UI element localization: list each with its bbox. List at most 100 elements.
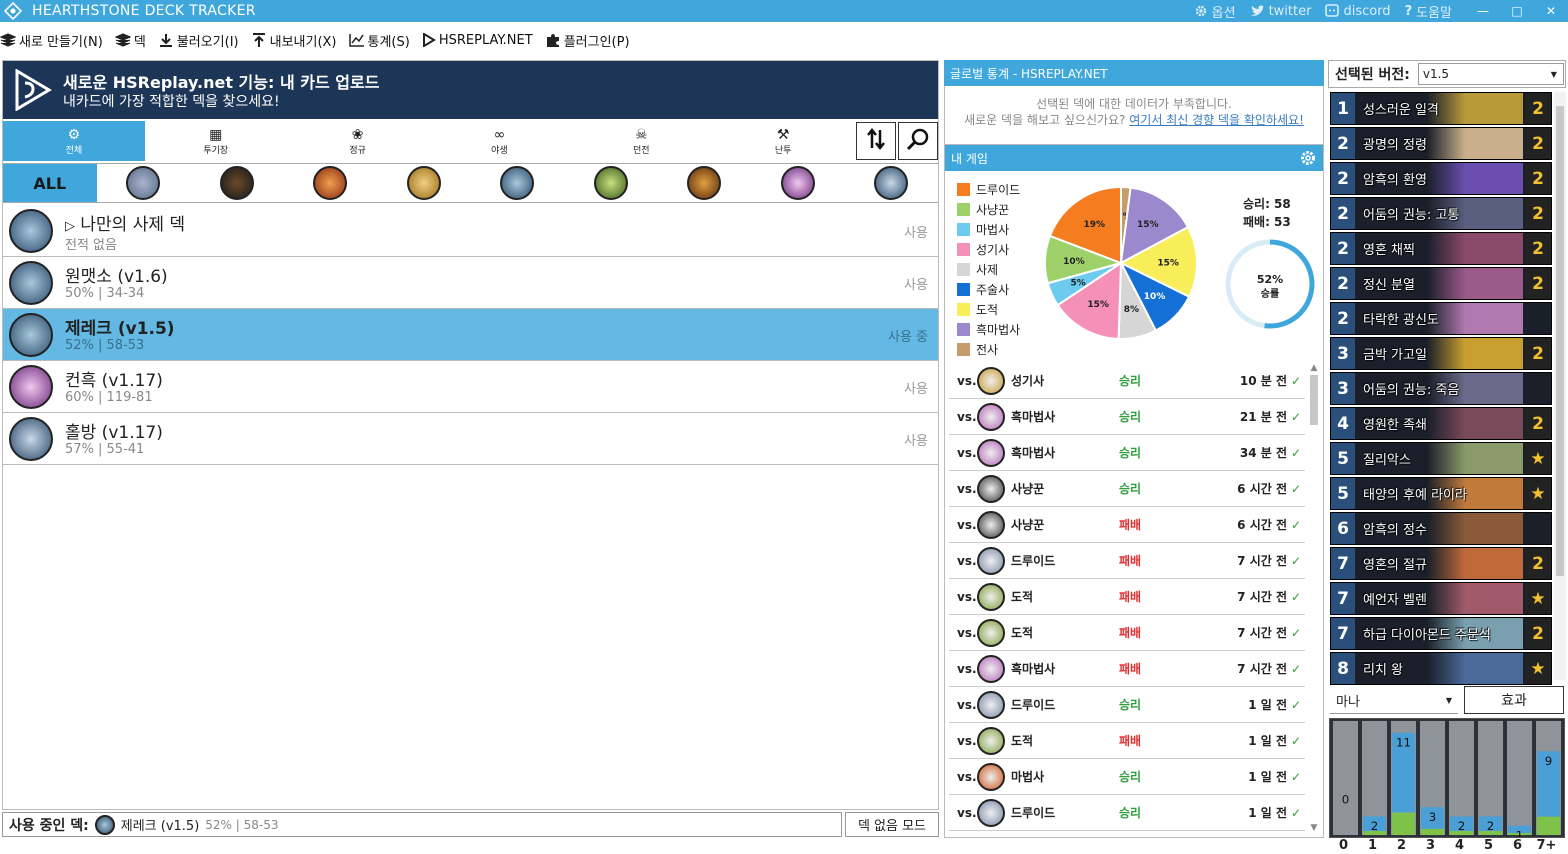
- card-row[interactable]: 7 영혼의 절규 2: [1330, 547, 1552, 580]
- use-deck-button[interactable]: 사용: [904, 274, 928, 293]
- use-deck-button[interactable]: 사용: [904, 430, 928, 449]
- hsreplay-banner[interactable]: 새로운 HSReplay.net 기능: 내 카드 업로드 내카드에 가장 적합…: [3, 61, 938, 119]
- class-filter-warlock[interactable]: [751, 166, 845, 200]
- card-row[interactable]: 2 암흑의 환영 2: [1330, 162, 1552, 195]
- card-row[interactable]: 5 질리악스 ★: [1330, 442, 1552, 475]
- game-time: 7 시간 전: [1237, 554, 1287, 568]
- scroll-thumb[interactable]: [1310, 375, 1318, 425]
- game-list-scrollbar[interactable]: ▲ ▼: [1308, 363, 1320, 833]
- card-list-scrollbar[interactable]: [1554, 92, 1566, 680]
- card-name: 영원한 족쇄: [1363, 418, 1427, 433]
- class-filter-priest[interactable]: [471, 166, 565, 200]
- sort-button[interactable]: [856, 122, 897, 160]
- search-button[interactable]: [898, 122, 938, 160]
- card-row[interactable]: 4 영원한 족쇄 2: [1330, 407, 1552, 440]
- use-deck-button[interactable]: 사용: [904, 378, 928, 397]
- title-bar: HEARTHSTONE DECK TRACKER 옵션 twitter disc…: [0, 0, 1568, 22]
- deck-row[interactable]: ▷ 나만의 사제 덱 전적 없음 사용: [3, 205, 938, 257]
- card-row[interactable]: 5 태양의 후예 라이라 ★: [1330, 477, 1552, 510]
- class-filter-paladin[interactable]: [377, 166, 471, 200]
- scroll-down-icon[interactable]: ▼: [1308, 823, 1320, 833]
- gear-icon[interactable]: [1299, 149, 1317, 170]
- options-link[interactable]: 옵션: [1194, 2, 1236, 21]
- card-row[interactable]: 7 하급 다이아몬드 주문석 2: [1330, 617, 1552, 650]
- minimize-button[interactable]: —: [1466, 0, 1500, 22]
- version-label: 선택된 버전:: [1335, 67, 1410, 83]
- class-filter-rogue[interactable]: [564, 166, 658, 200]
- class-filter-shaman[interactable]: [658, 166, 752, 200]
- trending-decks-link[interactable]: 여기서 최신 경향 덱을 확인하세요!: [1129, 113, 1304, 127]
- game-row[interactable]: vs. 흑마법사 승리 34 분 전 ✓: [949, 435, 1305, 471]
- class-filter-warrior[interactable]: [845, 166, 939, 200]
- deck-row[interactable]: 홀방 (v1.17) 57% | 55-41 사용: [3, 413, 938, 465]
- game-row[interactable]: vs. 흑마법사 승리 21 분 전 ✓: [949, 399, 1305, 435]
- card-row[interactable]: 2 광명의 정령 2: [1330, 127, 1552, 160]
- game-row[interactable]: vs. 사냥꾼 승리 6 시간 전 ✓: [949, 471, 1305, 507]
- format-tab-standard[interactable]: ❀ 정규: [287, 121, 429, 161]
- game-row[interactable]: vs. 흑마법사 패배 7 시간 전 ✓: [949, 651, 1305, 687]
- card-cost: 2: [1331, 198, 1355, 229]
- deck-row-selected[interactable]: 제레크 (v1.5) 52% | 58-53 사용 중: [3, 309, 938, 361]
- use-deck-button[interactable]: 사용: [904, 222, 928, 241]
- menu-hsreplay[interactable]: HSREPLAY.NET: [422, 33, 533, 48]
- close-button[interactable]: ✕: [1534, 0, 1568, 22]
- vs-label: vs.: [957, 517, 977, 532]
- help-link[interactable]: ? 도움말: [1405, 2, 1452, 21]
- warlock-class-icon: [9, 365, 53, 409]
- opponent-class: 흑마법사: [1011, 410, 1056, 424]
- menu-import[interactable]: 불러오기(I): [158, 31, 239, 50]
- scroll-up-icon[interactable]: ▲: [1308, 363, 1320, 373]
- opponent-class-icon: [977, 799, 1005, 827]
- card-row[interactable]: 3 금박 가고일 2: [1330, 337, 1552, 370]
- opponent-class-icon: [977, 475, 1005, 503]
- class-filter-hunter[interactable]: [190, 166, 284, 200]
- my-games-panel: 내 게임 드루이드 사냥꾼 마법사 성기사 사제 주술사 도적 흑마법사 전사 2% 15% 15%…: [944, 144, 1324, 838]
- card-row[interactable]: 2 영혼 채찍 2: [1330, 232, 1552, 265]
- format-tab-arena[interactable]: ▦ 투기장: [145, 121, 287, 161]
- game-row[interactable]: vs. 도적 패배 7 시간 전 ✓: [949, 615, 1305, 651]
- game-row[interactable]: vs. 드루이드 패배 7 시간 전 ✓: [949, 543, 1305, 579]
- card-row[interactable]: 2 타락한 광신도: [1330, 302, 1552, 335]
- vs-label: vs.: [957, 553, 977, 568]
- format-tab-dungeon[interactable]: ☠ 던전: [570, 121, 712, 161]
- effects-button[interactable]: 효과: [1464, 686, 1564, 714]
- maximize-button[interactable]: □: [1500, 0, 1534, 22]
- game-row[interactable]: vs. 드루이드 승리 1 일 전 ✓: [949, 795, 1305, 831]
- menu-plugins[interactable]: 플러그인(P): [545, 31, 630, 50]
- mana-dropdown[interactable]: 마나 ▼: [1330, 688, 1458, 714]
- menu-new[interactable]: 새로 만들기(N): [0, 31, 103, 50]
- format-tab-all[interactable]: ⚙ 전체: [3, 121, 145, 161]
- menu-stats[interactable]: 통계(S): [348, 31, 410, 50]
- game-time: 21 분 전: [1239, 410, 1287, 424]
- game-row[interactable]: vs. 마법사 승리 1 일 전 ✓: [949, 759, 1305, 795]
- card-row[interactable]: 7 예언자 벨렌 ★: [1330, 582, 1552, 615]
- class-filter-mage[interactable]: [284, 166, 378, 200]
- format-tab-brawl[interactable]: ⚒ 난투: [712, 121, 854, 161]
- game-row[interactable]: vs. 성기사 승리 10 분 전 ✓: [949, 363, 1305, 399]
- game-row[interactable]: vs. 도적 패배 1 일 전 ✓: [949, 723, 1305, 759]
- card-row[interactable]: 2 정신 분열 2: [1330, 267, 1552, 300]
- card-row[interactable]: 8 리치 왕 ★: [1330, 652, 1552, 685]
- brawl-icon: ⚒: [776, 126, 790, 143]
- deck-row[interactable]: 컨흑 (v1.17) 60% | 119-81 사용: [3, 361, 938, 413]
- twitter-link[interactable]: twitter: [1250, 4, 1311, 19]
- discord-link[interactable]: discord: [1325, 4, 1391, 19]
- menu-deck[interactable]: 덱: [114, 31, 146, 50]
- version-dropdown[interactable]: v1.5 ▼: [1417, 63, 1564, 85]
- scroll-thumb[interactable]: [1556, 106, 1564, 576]
- card-row[interactable]: 3 어둠의 권능: 죽음: [1330, 372, 1552, 405]
- menu-export[interactable]: 내보내기(X): [251, 31, 337, 50]
- card-row[interactable]: 1 성스러운 일격 2: [1330, 92, 1552, 125]
- format-tab-wild[interactable]: ∞ 야생: [429, 121, 571, 161]
- game-row[interactable]: vs. 사냥꾼 패배 6 시간 전 ✓: [949, 507, 1305, 543]
- game-row[interactable]: vs. 도적 패배 7 시간 전 ✓: [949, 579, 1305, 615]
- deck-row[interactable]: 원맷소 (v1.6) 50% | 34-34 사용: [3, 257, 938, 309]
- no-deck-mode-button[interactable]: 덱 없음 모드: [845, 812, 939, 837]
- check-icon: ✓: [1290, 481, 1301, 496]
- game-row[interactable]: vs. 드루이드 승리 1 일 전 ✓: [949, 687, 1305, 723]
- class-filter-all[interactable]: ALL: [3, 164, 97, 202]
- in-use-label[interactable]: 사용 중: [888, 326, 928, 345]
- class-filter-druid[interactable]: [97, 166, 191, 200]
- card-row[interactable]: 2 어둠의 권능: 고통 2: [1330, 197, 1552, 230]
- card-row[interactable]: 6 암흑의 정수: [1330, 512, 1552, 545]
